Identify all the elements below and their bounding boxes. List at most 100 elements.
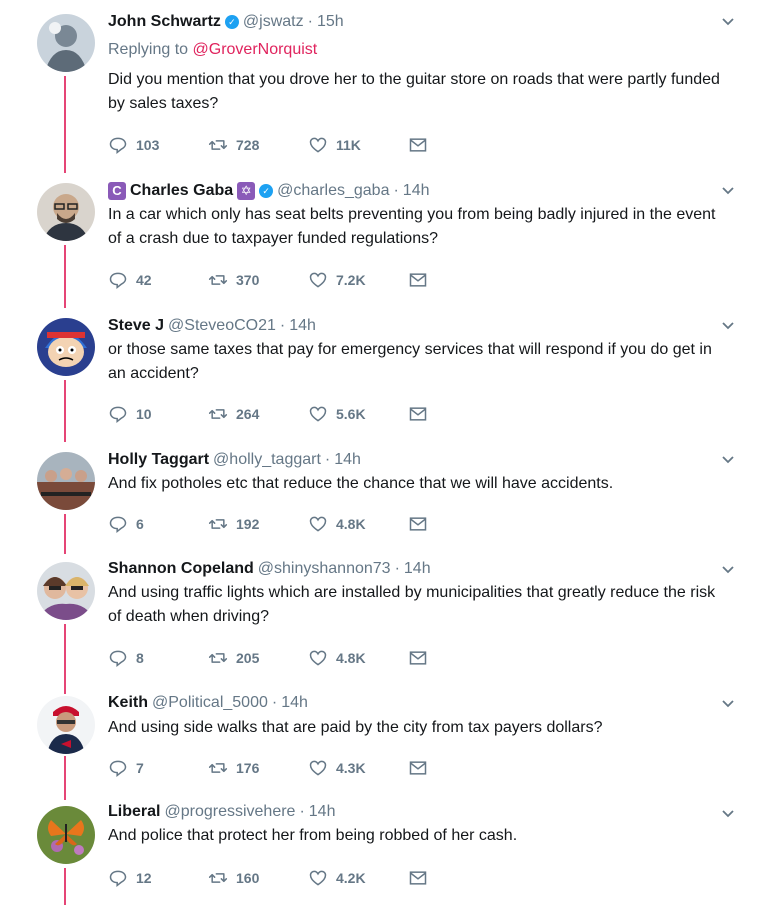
retweet-button[interactable]: 205 <box>208 648 308 668</box>
like-count: 4.2K <box>336 870 366 886</box>
timestamp[interactable]: 15h <box>317 12 344 32</box>
tweet-actions: 10 264 5.6K <box>108 402 428 426</box>
replying-to-label: Replying to <box>108 41 193 58</box>
reply-icon <box>109 137 127 155</box>
chevron-down-icon[interactable] <box>720 14 736 30</box>
thread-line <box>64 624 66 694</box>
dm-button[interactable] <box>408 404 428 424</box>
mention-link[interactable]: @GroverNorquist <box>193 41 318 58</box>
avatar[interactable] <box>37 183 95 241</box>
dm-button[interactable] <box>408 758 428 778</box>
reply-button[interactable]: 10 <box>108 404 208 424</box>
author-handle[interactable]: @holly_taggart <box>213 450 321 470</box>
author-name[interactable]: Charles Gaba <box>130 181 233 201</box>
retweet-count: 176 <box>236 760 260 776</box>
dm-button[interactable] <box>408 648 428 668</box>
avatar[interactable] <box>37 562 95 620</box>
like-button[interactable]: 11K <box>308 135 408 155</box>
retweet-icon <box>208 873 228 883</box>
timestamp[interactable]: 14h <box>404 559 431 579</box>
author-name[interactable]: John Schwartz <box>108 12 221 32</box>
tweet-header: Keith @Political_5000 · 14h <box>108 693 308 713</box>
timestamp[interactable]: 14h <box>309 802 336 822</box>
chevron-down-icon[interactable] <box>720 318 736 334</box>
timestamp[interactable]: 14h <box>289 316 316 336</box>
like-button[interactable]: 4.8K <box>308 648 408 668</box>
author-name[interactable]: Liberal <box>108 802 160 822</box>
retweet-count: 205 <box>236 650 260 666</box>
like-count: 5.6K <box>336 406 366 422</box>
dm-button[interactable] <box>408 135 428 155</box>
separator: · <box>324 451 331 468</box>
reply-button[interactable]: 42 <box>108 270 208 290</box>
author-handle[interactable]: @shinyshannon73 <box>258 559 391 579</box>
chevron-down-icon[interactable] <box>720 806 736 822</box>
reply-button[interactable]: 7 <box>108 758 208 778</box>
avatar[interactable] <box>37 318 95 376</box>
reply-icon <box>109 870 127 888</box>
tweet-header: John Schwartz ✓ @jswatz · 15h <box>108 12 344 32</box>
like-button[interactable]: 4.3K <box>308 758 408 778</box>
heart-icon <box>309 650 327 666</box>
author-name[interactable]: Steve J <box>108 316 164 336</box>
like-button[interactable]: 7.2K <box>308 270 408 290</box>
avatar[interactable] <box>37 806 95 864</box>
retweet-icon <box>208 140 228 150</box>
envelope-icon <box>409 517 427 531</box>
tweet-header: Shannon Copeland @shinyshannon73 · 14h <box>108 559 431 579</box>
avatar-cartoon-icon <box>37 318 95 376</box>
retweet-icon <box>208 409 228 419</box>
heart-icon <box>309 760 327 776</box>
dm-button[interactable] <box>408 868 428 888</box>
timestamp[interactable]: 14h <box>403 181 430 201</box>
avatar[interactable] <box>37 696 95 754</box>
retweet-button[interactable]: 176 <box>208 758 308 778</box>
reply-button[interactable]: 6 <box>108 514 208 534</box>
tweet-actions: 103 728 11K <box>108 133 428 157</box>
reply-button[interactable]: 8 <box>108 648 208 668</box>
dm-button[interactable] <box>408 270 428 290</box>
author-handle[interactable]: @charles_gaba <box>277 181 389 201</box>
retweet-button[interactable]: 160 <box>208 868 308 888</box>
reply-count: 103 <box>136 137 160 153</box>
separator: · <box>393 182 399 199</box>
like-button[interactable]: 4.8K <box>308 514 408 534</box>
retweet-button[interactable]: 192 <box>208 514 308 534</box>
author-handle[interactable]: @SteveoCO21 <box>168 316 276 336</box>
tweet-actions: 42 370 7.2K <box>108 268 428 292</box>
author-handle[interactable]: @jswatz <box>243 12 304 32</box>
reply-icon <box>109 272 127 290</box>
chevron-down-icon[interactable] <box>720 562 736 578</box>
author-handle[interactable]: @Political_5000 <box>152 693 268 713</box>
retweet-count: 192 <box>236 516 260 532</box>
like-count: 4.8K <box>336 650 366 666</box>
avatar[interactable] <box>37 14 95 72</box>
chevron-down-icon[interactable] <box>720 696 736 712</box>
like-count: 11K <box>336 137 361 153</box>
like-count: 4.8K <box>336 516 366 532</box>
separator: · <box>307 13 313 30</box>
chevron-down-icon[interactable] <box>720 452 736 468</box>
chevron-down-icon[interactable] <box>720 183 736 199</box>
timestamp[interactable]: 14h <box>281 693 308 713</box>
retweet-button[interactable]: 370 <box>208 270 308 290</box>
author-name[interactable]: Keith <box>108 693 148 713</box>
avatar-butterfly-icon <box>37 806 95 864</box>
retweet-button[interactable]: 264 <box>208 404 308 424</box>
author-name[interactable]: Shannon Copeland <box>108 559 254 579</box>
reply-button[interactable]: 103 <box>108 135 208 155</box>
reply-count: 10 <box>136 406 152 422</box>
separator: · <box>299 803 305 820</box>
envelope-icon <box>409 138 427 152</box>
reply-icon <box>109 406 127 424</box>
author-handle[interactable]: @progressivehere <box>164 802 295 822</box>
tweet-text: And using side walks that are paid by th… <box>108 719 603 736</box>
like-button[interactable]: 5.6K <box>308 404 408 424</box>
author-name[interactable]: Holly Taggart <box>108 450 209 470</box>
timestamp[interactable]: 14h <box>334 450 361 470</box>
avatar[interactable] <box>37 452 95 510</box>
reply-button[interactable]: 12 <box>108 868 208 888</box>
retweet-button[interactable]: 728 <box>208 135 308 155</box>
dm-button[interactable] <box>408 514 428 534</box>
like-button[interactable]: 4.2K <box>308 868 408 888</box>
